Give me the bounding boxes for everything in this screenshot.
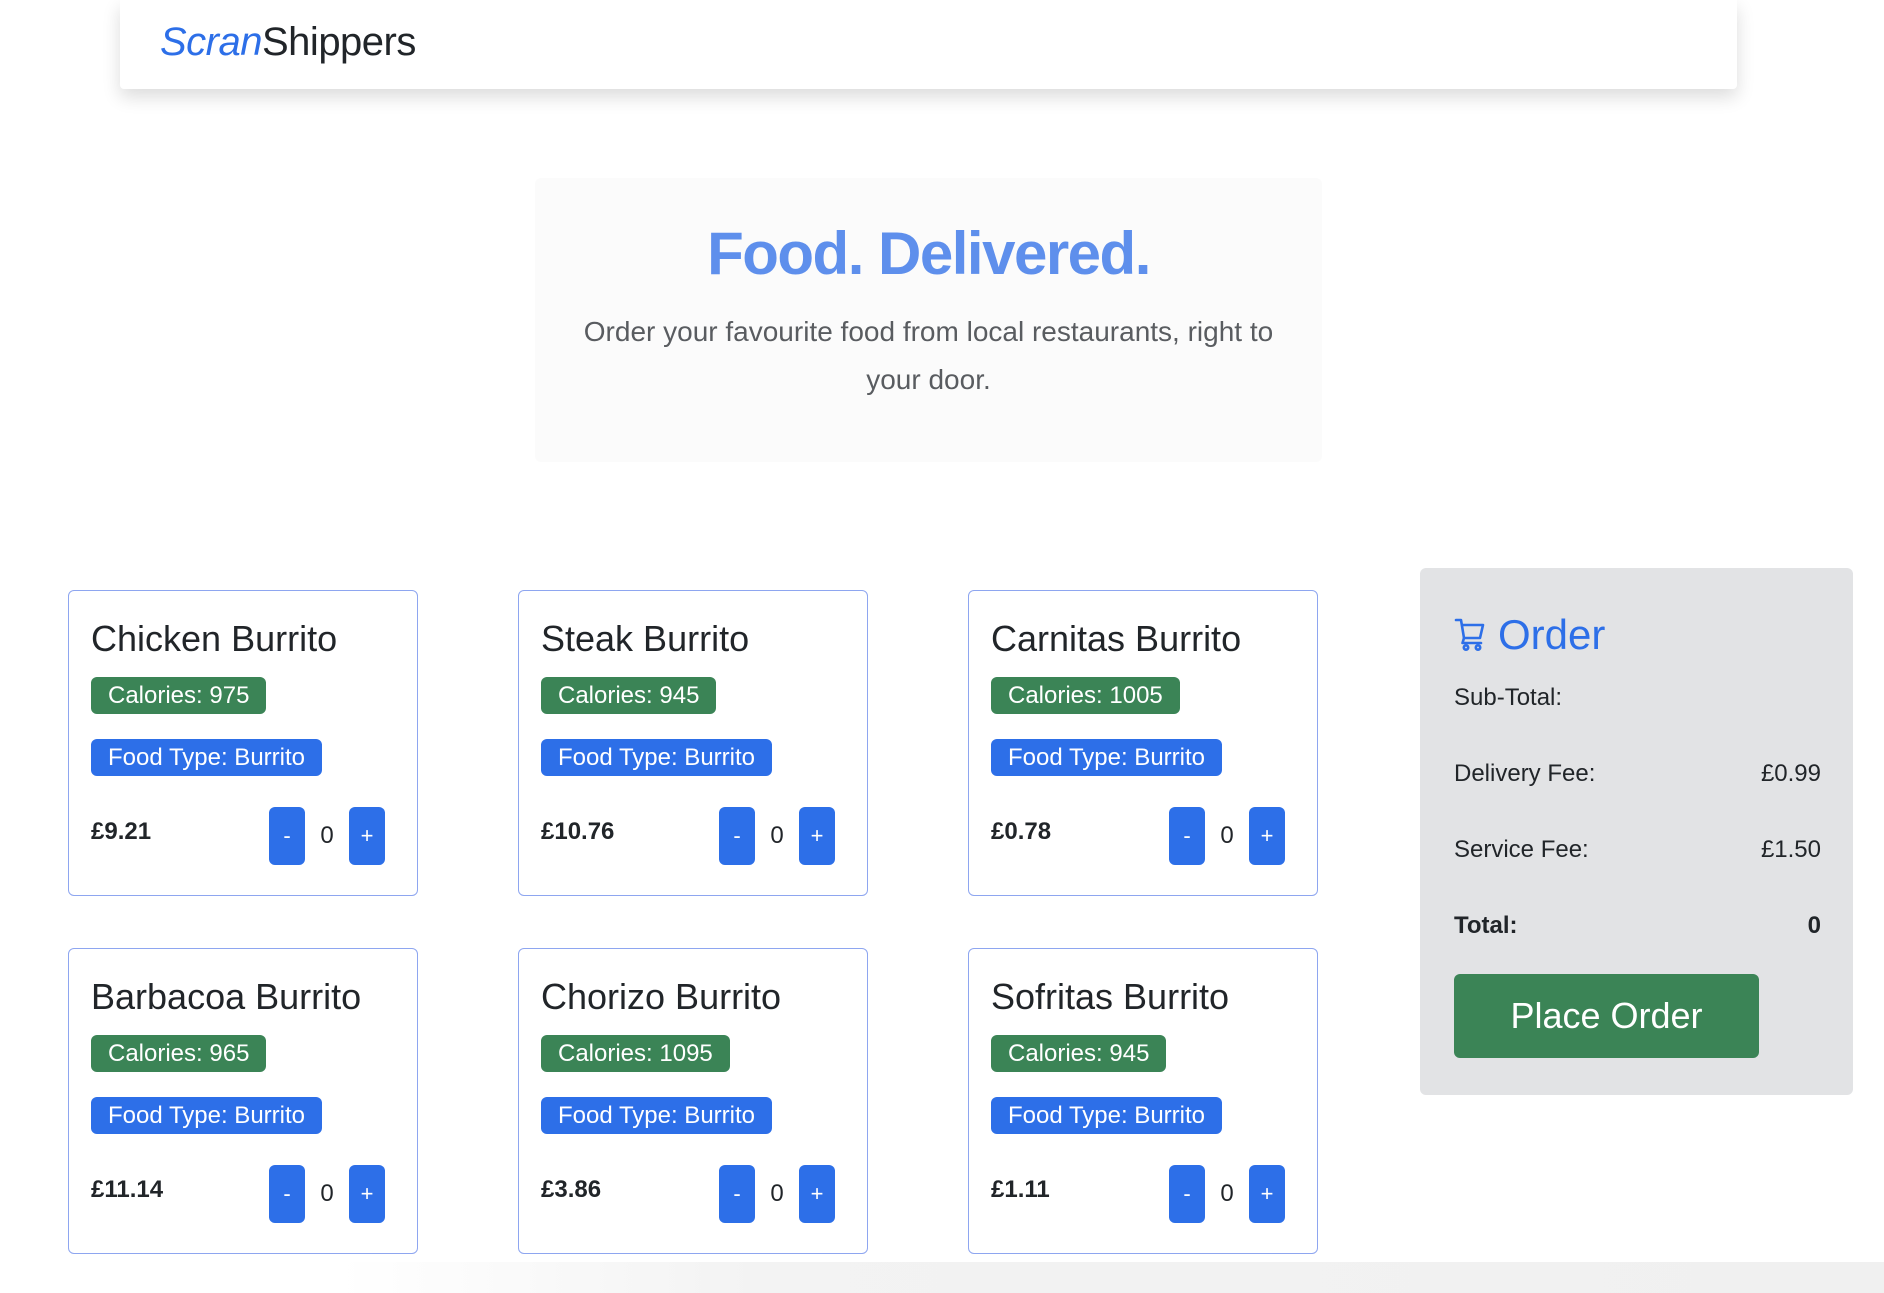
product-card: Carnitas Burrito Calories: 1005 Food Typ…: [968, 590, 1318, 896]
quantity-stepper: - 0 +: [719, 807, 839, 865]
product-card: Chicken Burrito Calories: 975 Food Type:…: [68, 590, 418, 896]
quantity-stepper: - 0 +: [719, 1165, 839, 1223]
product-name: Chicken Burrito: [91, 618, 338, 659]
hero-subtitle: Order your favourite food from local res…: [583, 316, 1274, 395]
food-type-badge: Food Type: Burrito: [91, 1097, 322, 1134]
increase-quantity-button[interactable]: +: [349, 807, 385, 865]
product-price: £10.76: [541, 818, 615, 845]
subtotal-row: Sub-Total:: [1454, 682, 1821, 714]
product-name: Barbacoa Burrito: [91, 976, 362, 1017]
quantity-stepper: - 0 +: [1169, 1165, 1289, 1223]
decrease-quantity-button[interactable]: -: [269, 807, 305, 865]
calories-badge: Calories: 1005: [991, 677, 1180, 714]
food-type-badge: Food Type: Burrito: [541, 1097, 772, 1134]
hero-section: Food. Delivered. Order your favourite fo…: [535, 178, 1322, 462]
product-name: Chorizo Burrito: [541, 976, 782, 1017]
product-price: £1.11: [991, 1176, 1050, 1203]
total-value: 0: [1807, 912, 1821, 939]
increase-quantity-button[interactable]: +: [1249, 1165, 1285, 1223]
calories-badge: Calories: 945: [991, 1035, 1167, 1072]
brand-part-shippers: Shippers: [262, 20, 416, 64]
food-type-badge: Food Type: Burrito: [991, 739, 1222, 776]
product-name: Sofritas Burrito: [991, 976, 1230, 1017]
quantity-value: 0: [320, 822, 334, 849]
food-type-badge: Food Type: Burrito: [541, 739, 772, 776]
quantity-value: 0: [320, 1180, 334, 1207]
decrease-quantity-button[interactable]: -: [1169, 807, 1205, 865]
navbar: ScranShippers: [120, 0, 1737, 89]
product-name: Steak Burrito: [541, 618, 750, 659]
brand-part-scran: Scran: [160, 20, 263, 64]
order-title: Order: [1498, 611, 1606, 658]
service-fee-label: Service Fee:: [1454, 836, 1589, 863]
total-row: Total: 0: [1454, 910, 1821, 942]
calories-badge: Calories: 965: [91, 1035, 267, 1072]
place-order-button[interactable]: Place Order: [1454, 974, 1759, 1058]
quantity-stepper: - 0 +: [1169, 807, 1289, 865]
decrease-quantity-button[interactable]: -: [719, 1165, 755, 1223]
delivery-fee-row: Delivery Fee: £0.99: [1454, 758, 1821, 790]
hero-title: Food. Delivered.: [707, 220, 1151, 287]
delivery-fee-label: Delivery Fee:: [1454, 760, 1596, 787]
decrease-quantity-button[interactable]: -: [269, 1165, 305, 1223]
product-card: Steak Burrito Calories: 945 Food Type: B…: [518, 590, 868, 896]
food-type-badge: Food Type: Burrito: [991, 1097, 1222, 1134]
product-price: £0.78: [991, 818, 1052, 845]
bottom-shadow: [0, 1262, 1884, 1293]
quantity-value: 0: [770, 1180, 784, 1207]
service-fee-row: Service Fee: £1.50: [1454, 834, 1821, 866]
increase-quantity-button[interactable]: +: [349, 1165, 385, 1223]
calories-badge: Calories: 1095: [541, 1035, 730, 1072]
quantity-value: 0: [770, 822, 784, 849]
quantity-value: 0: [1220, 1180, 1234, 1207]
calories-badge: Calories: 975: [91, 677, 267, 714]
quantity-stepper: - 0 +: [269, 807, 389, 865]
product-price: £9.21: [91, 818, 152, 845]
cart-icon: [1454, 618, 1485, 651]
product-price: £11.14: [91, 1176, 164, 1203]
increase-quantity-button[interactable]: +: [799, 1165, 835, 1223]
increase-quantity-button[interactable]: +: [799, 807, 835, 865]
quantity-stepper: - 0 +: [269, 1165, 389, 1223]
food-type-badge: Food Type: Burrito: [91, 739, 322, 776]
order-summary-panel: Order Sub-Total: Delivery Fee: £0.99 Ser…: [1420, 568, 1853, 1095]
brand-logo[interactable]: ScranShippers: [160, 18, 416, 66]
calories-badge: Calories: 945: [541, 677, 717, 714]
decrease-quantity-button[interactable]: -: [1169, 1165, 1205, 1223]
product-price: £3.86: [541, 1176, 602, 1203]
service-fee-value: £1.50: [1760, 836, 1821, 863]
product-name: Carnitas Burrito: [991, 618, 1242, 659]
quantity-value: 0: [1220, 822, 1234, 849]
subtotal-label: Sub-Total:: [1454, 684, 1563, 711]
total-label: Total:: [1454, 912, 1518, 939]
delivery-fee-value: £0.99: [1760, 760, 1821, 787]
product-card: Chorizo Burrito Calories: 1095 Food Type…: [518, 948, 868, 1254]
increase-quantity-button[interactable]: +: [1249, 807, 1285, 865]
product-card: Sofritas Burrito Calories: 945 Food Type…: [968, 948, 1318, 1254]
decrease-quantity-button[interactable]: -: [719, 807, 755, 865]
product-card: Barbacoa Burrito Calories: 965 Food Type…: [68, 948, 418, 1254]
